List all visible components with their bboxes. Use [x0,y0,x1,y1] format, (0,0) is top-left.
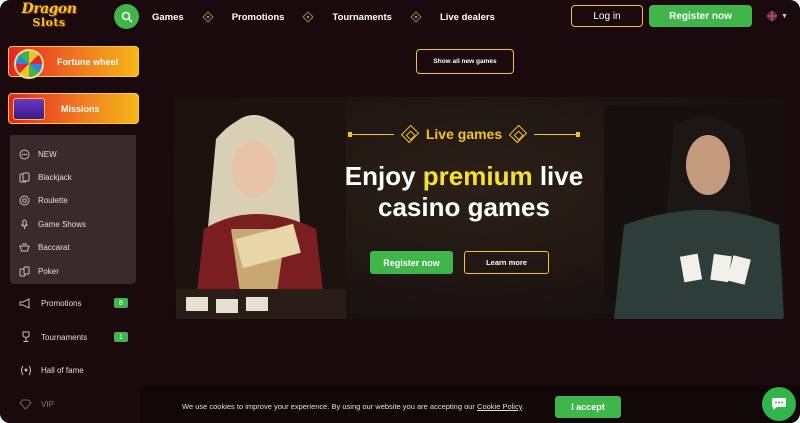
nav-tournaments[interactable]: Tournaments [332,12,391,23]
submenu-item-label: Poker [38,266,59,276]
nav-games[interactable]: Games [152,12,184,23]
banner-headline: Enjoy premium live casino games [324,161,604,223]
nav-separator-icon [410,11,422,23]
dealer-elf-illustration [604,105,784,319]
headline-prefix: Enjoy [344,161,423,191]
missions-card[interactable]: Missions [8,93,139,124]
laurel-icon [18,363,33,377]
ornament-diamond-icon [508,124,528,144]
sidebar-item-hall-of-fame[interactable]: Hall of fame [18,363,130,377]
nav-separator-icon [302,11,315,23]
submenu-item-label: Roulette [38,195,68,205]
missions-label: Missions [61,103,100,114]
fortune-wheel-card[interactable]: Fortune wheel [8,46,139,79]
live-games-label: Live games [425,126,503,142]
uk-flag-icon [767,11,777,21]
logo-line-2: Slots [32,16,66,29]
live-games-tag: Live games [348,122,580,146]
chat-bubble-icon [772,398,786,410]
sidebar-item-label: Hall of fame [41,365,84,375]
promotions-count-badge: 8 [114,298,128,308]
fortune-wheel-label: Fortune wheel [57,56,119,67]
nav-separator-icon [202,11,214,23]
cookie-banner: We use cookies to improve your experienc… [140,385,800,423]
trophy-icon [18,330,33,344]
ornament-line [534,133,576,135]
sidebar-item-tournaments[interactable]: Tournaments 1 [18,330,130,344]
submenu-item-label: Baccarat [38,242,70,252]
dealer-woman-illustration [176,99,346,319]
headline-suffix: live [532,161,584,191]
poker-icon [18,265,30,277]
submenu-item-label: Game Shows [38,219,87,229]
ornament-dot-icon [575,131,580,137]
sidebar-item-label: VIP [41,399,54,409]
submenu-item-label: NEW [38,149,57,159]
logo-line-1: Dragon [21,1,77,17]
cookie-policy-link[interactable]: Cookie Policy [477,402,522,411]
cookie-period: . [521,402,525,411]
search-icon [121,11,132,22]
roulette-icon [18,194,30,206]
nav-live-dealers[interactable]: Live dealers [440,12,495,23]
chat-button[interactable] [762,387,796,421]
sidebar: Fortune wheel Missions NEW Blackjack Rou… [0,34,146,423]
new-icon [18,148,30,160]
language-selector[interactable]: ▼ [767,11,788,21]
submenu-item-blackjack[interactable]: Blackjack [18,171,72,183]
banner-learn-more-button[interactable]: Learn more [464,251,549,274]
login-button[interactable]: Log in [571,5,643,27]
submenu-item-roulette[interactable]: Roulette [18,194,68,206]
site-logo[interactable]: Dragon Slots [18,1,80,31]
fortune-wheel-image [9,47,49,79]
top-header: Dragon Slots Games Promotions Tournament… [0,0,800,34]
register-button[interactable]: Register now [649,5,752,27]
ornament-diamond-icon [400,124,420,144]
search-button[interactable] [114,4,139,29]
headline-highlight: premium [422,161,533,191]
app-frame: Dragon Slots Games Promotions Tournament… [0,0,800,423]
submenu-item-label: Blackjack [38,172,72,182]
tournaments-count-badge: 1 [114,332,128,342]
megaphone-icon [18,296,33,310]
cards-icon [18,171,30,183]
sidebar-item-label: Tournaments [41,332,88,342]
nav-promotions[interactable]: Promotions [232,12,285,23]
baccarat-icon [18,241,30,253]
banner-register-button[interactable]: Register now [370,251,453,274]
diamond-icon [18,397,33,411]
sidebar-item-promotions[interactable]: Promotions 8 [18,296,130,310]
microphone-icon [18,218,30,230]
submenu-item-baccarat[interactable]: Baccarat [18,241,70,253]
show-all-new-games-button[interactable]: Show all new games [416,49,514,74]
headline-line-2: casino games [378,192,550,222]
submenu-item-game-shows[interactable]: Game Shows [18,218,86,230]
sidebar-item-label: Promotions [41,298,82,308]
cookie-text: We use cookies to improve your experienc… [182,402,478,411]
ornament-line [352,133,394,135]
missions-image [9,94,49,123]
sidebar-item-vip[interactable]: VIP [18,397,130,411]
main-nav: Games Promotions Tournaments Live dealer… [152,0,495,34]
cookie-message: We use cookies to improve your experienc… [182,402,524,411]
chevron-down-icon: ▼ [781,12,788,20]
submenu-item-poker[interactable]: Poker [18,265,59,277]
accept-cookies-button[interactable]: I accept [555,396,621,418]
live-games-banner: Live games Enjoy premium live casino gam… [174,97,784,319]
submenu-item-new[interactable]: NEW [18,148,57,160]
